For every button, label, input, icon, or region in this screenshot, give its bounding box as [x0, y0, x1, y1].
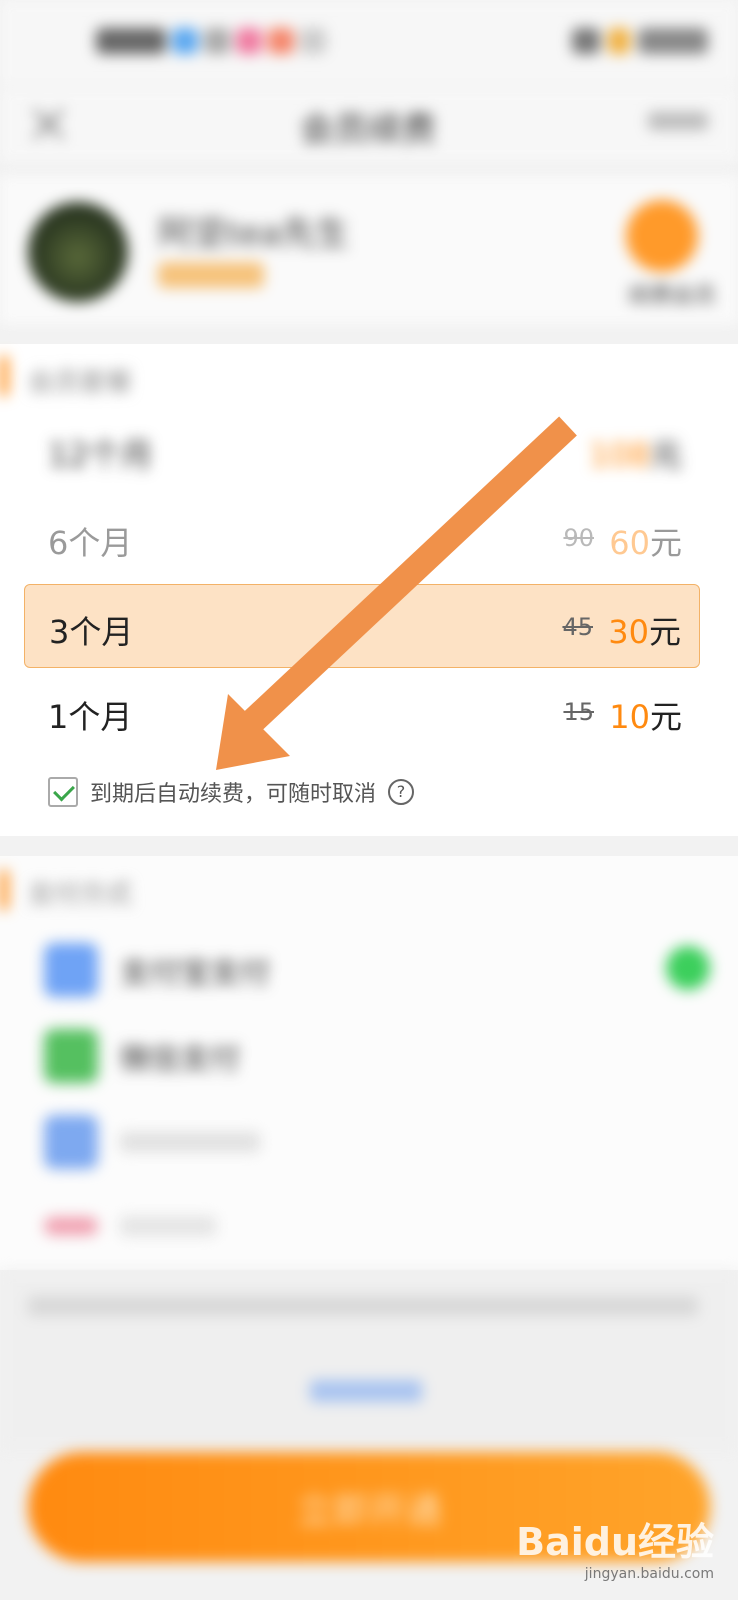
section-accent-bar — [0, 356, 8, 396]
plan-option-6-months[interactable]: 6个月 90 60元 — [24, 496, 700, 580]
user-card: 阿坚tea先生 续费会员 — [0, 176, 738, 324]
agreement-text — [28, 1296, 698, 1316]
payment-method-label: 支付宝支付 — [120, 956, 270, 991]
vip-status-badge — [158, 262, 264, 288]
app-notification-icon — [172, 28, 198, 54]
app-notification-icon — [268, 28, 294, 54]
plan-price-unit: 元 — [649, 436, 682, 474]
status-right — [572, 28, 708, 54]
payment-method-label: 微信支付 — [120, 1042, 240, 1077]
baidu-jingyan-logo: Baidu经验 — [516, 1520, 714, 1564]
plan-original-price: 45 — [562, 613, 593, 641]
carrier-info — [96, 28, 166, 54]
more-button[interactable] — [648, 112, 708, 130]
plan-name: 3个月 — [49, 613, 134, 651]
payment-section: 支付方式 支付宝支付 微信支付 — [0, 856, 738, 1270]
wechat-icon — [44, 1029, 98, 1083]
plan-price-unit: 元 — [649, 698, 682, 736]
plan-original-price: 15 — [563, 698, 594, 726]
plan-option-12-months[interactable]: 12个月 108元 — [24, 408, 700, 492]
alarm-icon — [572, 28, 600, 54]
plan-name: 12个月 — [48, 436, 153, 474]
battery-icon — [608, 28, 630, 54]
app-notification-icon — [236, 28, 262, 54]
agreement-link[interactable] — [310, 1380, 422, 1402]
payment-option-bank[interactable] — [44, 1196, 216, 1256]
payment-option-wechat[interactable]: 微信支付 — [44, 1026, 240, 1086]
payment-option-alipay[interactable]: 支付宝支付 — [44, 940, 270, 1000]
section-accent-bar — [0, 870, 8, 910]
plan-price: 10元 — [609, 692, 682, 738]
payment-method-label — [120, 1132, 260, 1152]
plan-price-value: 60 — [609, 524, 650, 562]
plan-original-price: 90 — [563, 524, 594, 552]
time-display — [638, 28, 708, 54]
alipay-icon — [44, 943, 98, 997]
app-notification-icon — [204, 28, 230, 54]
close-icon[interactable] — [30, 106, 66, 142]
bank-icon — [44, 1217, 98, 1235]
plan-price: 108元 — [589, 430, 682, 476]
page-title: 会员续费 — [300, 110, 436, 150]
plan-price: 30元 — [608, 607, 681, 653]
plan-option-3-months[interactable]: 3个月 45 30元 — [24, 584, 700, 668]
status-bar — [0, 0, 738, 88]
card-icon — [44, 1115, 98, 1169]
watermark-url: jingyan.baidu.com — [584, 1566, 714, 1582]
auto-renew-label: 到期后自动续费，可随时取消 — [90, 782, 377, 807]
app-notification-icon — [300, 28, 326, 54]
plan-price: 60元 — [609, 518, 682, 564]
plan-price-unit: 元 — [648, 613, 681, 651]
plan-section-title: 会员套餐 — [28, 368, 133, 398]
plan-price-value: 10 — [609, 698, 650, 736]
payment-method-label — [120, 1216, 216, 1236]
user-name: 阿坚tea先生 — [158, 214, 350, 254]
vip-label: 续费会员 — [627, 284, 716, 309]
payment-option-card[interactable] — [44, 1112, 260, 1172]
status-icons — [96, 28, 326, 54]
vip-crown-icon[interactable] — [626, 200, 698, 272]
plan-price-value: 108 — [588, 436, 650, 474]
plan-section: 会员套餐 12个月 108元 6个月 90 60元 3个月 45 30元 1个月… — [0, 344, 738, 836]
plan-name: 6个月 — [48, 524, 133, 562]
help-icon[interactable]: ? — [388, 779, 415, 805]
agreement-area — [0, 1270, 738, 1450]
payment-section-title: 支付方式 — [28, 880, 133, 910]
plan-price-value: 30 — [608, 613, 649, 651]
plan-price-unit: 元 — [649, 524, 682, 562]
plan-name: 1个月 — [48, 698, 133, 736]
auto-renew-option[interactable]: 到期后自动续费，可随时取消 ? — [48, 776, 415, 808]
auto-renew-checkbox[interactable] — [48, 777, 78, 807]
plan-option-1-month[interactable]: 1个月 15 10元 — [24, 670, 700, 754]
selected-radio-icon[interactable] — [666, 946, 710, 990]
nav-bar: 会员续费 — [0, 88, 738, 162]
watermark: Baidu经验 jingyan.baidu.com — [516, 1511, 714, 1582]
avatar — [28, 202, 128, 302]
